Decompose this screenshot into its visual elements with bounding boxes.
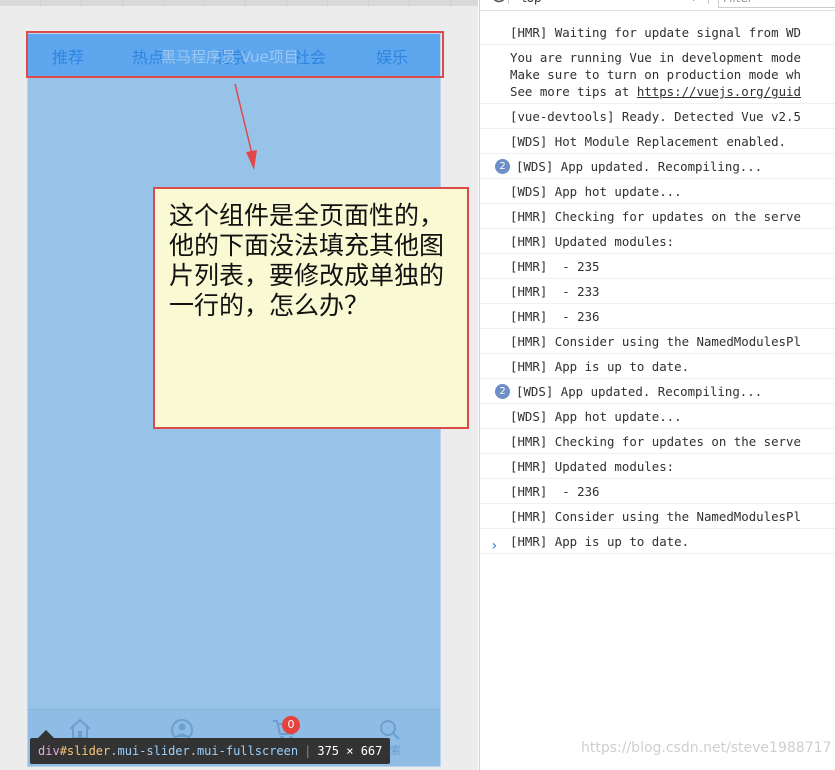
callout-text: 这个组件是全页面性的，他的下面没法填充其他图片列表，要修改成单独的一行的，怎么办…	[169, 201, 445, 320]
watermark: https://blog.csdn.net/steve1988717	[581, 740, 832, 756]
annotation-callout: 这个组件是全页面性的，他的下面没法填充其他图片列表，要修改成单独的一行的，怎么办…	[153, 187, 469, 429]
